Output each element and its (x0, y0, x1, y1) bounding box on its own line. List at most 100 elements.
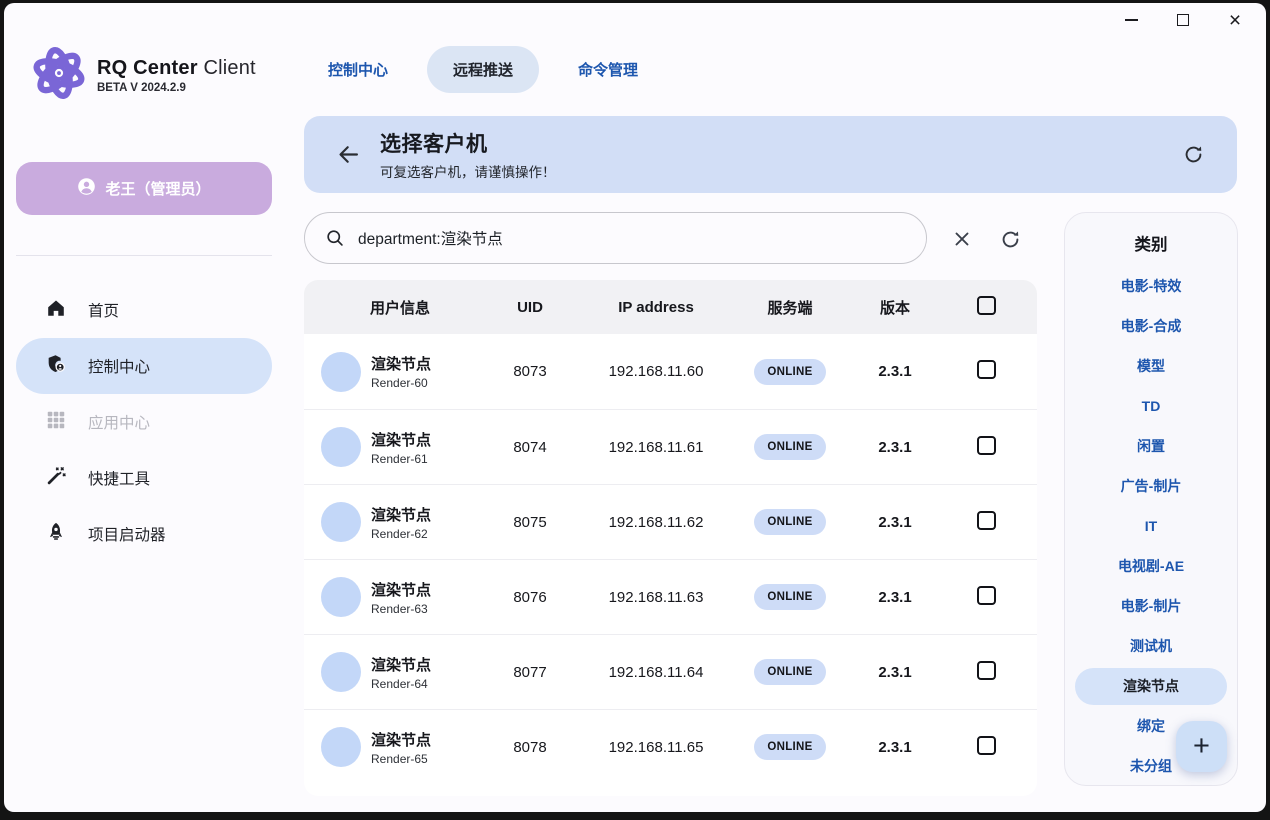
category-item[interactable]: 闲置 (1065, 426, 1237, 466)
search-box[interactable] (304, 212, 927, 264)
sidebar-item-home[interactable]: 首页 (16, 282, 272, 338)
sidebar-item-label: 首页 (88, 299, 119, 321)
category-item[interactable]: 广告-制片 (1065, 466, 1237, 506)
category-item[interactable]: 模型 (1065, 346, 1237, 386)
client-name: 渲染节点 (371, 579, 431, 600)
category-item[interactable]: 测试机 (1065, 626, 1237, 666)
status-badge: ONLINE (754, 434, 825, 460)
close-button[interactable]: × (1216, 7, 1254, 33)
top-nav: 控制中心 远程推送 命令管理 (304, 46, 638, 92)
client-version: 2.3.1 (854, 739, 936, 756)
client-host: Render-64 (371, 677, 431, 691)
client-name: 渲染节点 (371, 504, 431, 525)
table-row[interactable]: 渲染节点 Render-63 8076 192.168.11.63 ONLINE… (304, 559, 1037, 634)
client-version: 2.3.1 (854, 439, 936, 456)
banner-refresh-button[interactable] (1175, 137, 1211, 173)
clear-search-button[interactable] (948, 225, 976, 253)
sidebar-item-app-center: 应用中心 (16, 394, 272, 450)
tab-command-management[interactable]: 命令管理 (578, 59, 638, 80)
client-name: 渲染节点 (371, 353, 431, 374)
add-category-button[interactable]: + (1176, 721, 1227, 772)
client-ip: 192.168.11.65 (586, 739, 726, 756)
table-row[interactable]: 渲染节点 Render-61 8074 192.168.11.61 ONLINE… (304, 409, 1037, 484)
sidebar-item-label: 项目启动器 (88, 523, 166, 545)
client-ip: 192.168.11.62 (586, 514, 726, 531)
maximize-icon (1177, 14, 1189, 26)
row-checkbox[interactable] (977, 736, 996, 755)
app-title: RQ Center Client (97, 57, 256, 79)
status-badge: ONLINE (754, 359, 825, 385)
tab-remote-push[interactable]: 远程推送 (427, 46, 539, 93)
sidebar-item-label: 快捷工具 (88, 467, 150, 489)
sidebar-item-control-center[interactable]: 控制中心 (16, 338, 272, 394)
client-table-body: 渲染节点 Render-60 8073 192.168.11.60 ONLINE… (304, 334, 1037, 784)
status-badge: ONLINE (754, 509, 825, 535)
column-header-ip: IP address (586, 299, 726, 316)
client-table: 用户信息 UID IP address 服务端 版本 渲染节点 Render-6… (304, 280, 1037, 796)
sidebar-item-project-launcher[interactable]: 项目启动器 (16, 506, 272, 562)
app-window: × RQ Center Client BETA V 2024.2.9 (4, 3, 1266, 812)
search-row (304, 212, 1040, 264)
category-item[interactable]: 电影-制片 (1065, 586, 1237, 626)
status-badge: ONLINE (754, 659, 825, 685)
client-avatar (321, 352, 361, 392)
client-name: 渲染节点 (371, 729, 431, 750)
category-item[interactable]: 电影-特效 (1065, 266, 1237, 306)
categories-title: 类别 (1065, 228, 1237, 258)
client-version: 2.3.1 (854, 514, 936, 531)
category-item[interactable]: IT (1065, 506, 1237, 546)
user-badge[interactable]: 老王（管理员） (16, 162, 272, 215)
user-icon (77, 177, 96, 200)
column-header-server: 服务端 (726, 297, 854, 318)
client-host: Render-62 (371, 527, 431, 541)
window-controls: × (1112, 7, 1254, 33)
sidebar-item-quick-tools[interactable]: 快捷工具 (16, 450, 272, 506)
row-checkbox[interactable] (977, 436, 996, 455)
table-row[interactable]: 渲染节点 Render-62 8075 192.168.11.62 ONLINE… (304, 484, 1037, 559)
app-brand: RQ Center Client BETA V 2024.2.9 (28, 42, 256, 109)
category-item[interactable]: 电视剧-AE (1065, 546, 1237, 586)
client-ip: 192.168.11.61 (586, 439, 726, 456)
sidebar-divider (16, 255, 272, 256)
category-item[interactable]: TD (1065, 386, 1237, 426)
app-version: BETA V 2024.2.9 (97, 82, 256, 94)
search-icon (325, 228, 345, 248)
category-item[interactable]: 渲染节点 (1075, 668, 1227, 705)
shield-user-icon (45, 353, 67, 380)
client-table-header: 用户信息 UID IP address 服务端 版本 (304, 280, 1037, 334)
table-row[interactable]: 渲染节点 Render-65 8078 192.168.11.65 ONLINE… (304, 709, 1037, 784)
page-subtitle: 可复选客户机，请谨慎操作！ (380, 161, 556, 181)
home-icon (45, 297, 67, 324)
back-button[interactable] (330, 137, 366, 173)
row-checkbox[interactable] (977, 661, 996, 680)
client-uid: 8073 (474, 363, 586, 380)
select-all-checkbox[interactable] (977, 296, 996, 315)
search-refresh-button[interactable] (996, 225, 1024, 253)
client-host: Render-60 (371, 376, 431, 390)
client-ip: 192.168.11.64 (586, 664, 726, 681)
row-checkbox[interactable] (977, 586, 996, 605)
client-ip: 192.168.11.63 (586, 589, 726, 606)
page-title: 选择客户机 (380, 128, 556, 158)
maximize-button[interactable] (1164, 7, 1202, 33)
rocket-icon (45, 521, 67, 548)
category-item[interactable]: 电影-合成 (1065, 306, 1237, 346)
row-checkbox[interactable] (977, 360, 996, 379)
table-row[interactable]: 渲染节点 Render-60 8073 192.168.11.60 ONLINE… (304, 334, 1037, 409)
client-uid: 8077 (474, 664, 586, 681)
column-header-user: 用户信息 (304, 297, 474, 318)
minimize-button[interactable] (1112, 7, 1150, 33)
refresh-icon (1182, 143, 1205, 166)
row-checkbox[interactable] (977, 511, 996, 530)
search-input[interactable] (358, 229, 898, 247)
refresh-icon (999, 228, 1022, 251)
table-row[interactable]: 渲染节点 Render-64 8077 192.168.11.64 ONLINE… (304, 634, 1037, 709)
atom-logo-icon (28, 42, 90, 109)
client-name: 渲染节点 (371, 654, 431, 675)
minimize-icon (1125, 19, 1138, 21)
tab-control-center[interactable]: 控制中心 (328, 59, 388, 80)
client-avatar (321, 652, 361, 692)
plus-icon: + (1193, 730, 1210, 763)
clear-x-icon (951, 228, 973, 250)
client-avatar (321, 577, 361, 617)
